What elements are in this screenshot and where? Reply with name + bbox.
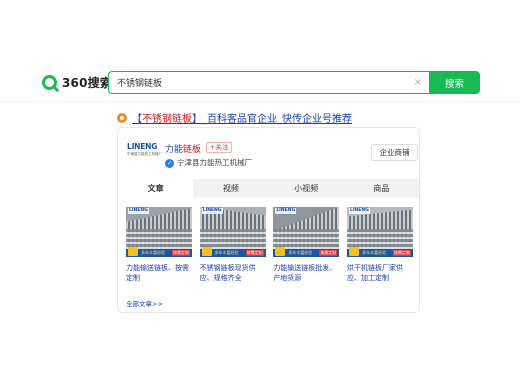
result-source-icon: [117, 112, 127, 123]
thumb-banner-text: 多年丰富经验: [141, 250, 165, 255]
tab-videos[interactable]: 视频: [193, 179, 268, 198]
company-name-prefix: 力能: [165, 145, 184, 155]
article-thumbnail[interactable]: LINENG 多年丰富经验 按需定制: [273, 207, 340, 257]
article-title[interactable]: 力能输送链板批发、产地货源: [273, 263, 339, 283]
search-box[interactable]: ×: [108, 71, 430, 94]
thumb-banner-tag: 按需定制: [392, 250, 411, 256]
company-card: LINENG 宁津县力能热工机械厂 力能链板 +关注 ✓ 宁津县力能热工机械厂 …: [117, 127, 420, 313]
thumb-banner-text: 多年丰富经验: [361, 250, 386, 255]
article-item[interactable]: LINENG 多年丰富经验 按需定制 不锈钢链板现货供应、规格齐全: [199, 207, 266, 283]
title-prefix: 【: [132, 114, 142, 125]
thumb-banner-text: 多年丰富经验: [288, 250, 313, 255]
tab-articles[interactable]: 文章: [118, 179, 194, 198]
verified-icon: ✓: [165, 159, 174, 168]
site-logo[interactable]: 360搜索: [42, 73, 112, 91]
tab-short-videos[interactable]: 小视频: [269, 179, 344, 198]
thumb-badge-icon: [201, 247, 212, 256]
tab-products[interactable]: 商品: [344, 179, 419, 198]
thumb-badge-icon: [275, 247, 286, 256]
logo-text: 360搜索: [62, 75, 113, 90]
company-logo[interactable]: LINENG 宁津县力能热工机械厂: [127, 142, 162, 166]
article-item[interactable]: LINENG 多年丰富经验 按需定制 烘干机链板厂家供应、加工定制: [346, 207, 413, 283]
search-logo-icon: [42, 74, 57, 90]
company-name-highlight: 链板: [183, 145, 202, 155]
company-logo-brand: LINENG: [127, 142, 158, 151]
thumb-brand: LINENG: [348, 208, 370, 214]
company-logo-sub: 宁津县力能热工机械厂: [127, 152, 162, 156]
company-subtitle: 宁津县力能热工机械厂: [177, 158, 252, 167]
search-button[interactable]: 搜索: [429, 71, 480, 94]
thumb-image-detail: [273, 229, 340, 249]
title-highlight: 不锈钢链板: [142, 114, 192, 125]
follow-button[interactable]: +关注: [206, 142, 233, 153]
clear-icon[interactable]: ×: [414, 76, 422, 90]
thumb-image-detail: [199, 229, 266, 249]
article-thumbnail[interactable]: LINENG 多年丰富经验 按需定制: [126, 207, 192, 257]
company-name-link[interactable]: 力能链板: [165, 142, 201, 155]
thumb-banner-tag: 按需定制: [319, 250, 338, 256]
article-item[interactable]: LINENG 多年丰富经验 按需定制 力能输送链板批发、产地货源: [273, 207, 340, 283]
article-thumbnail[interactable]: LINENG 多年丰富经验 按需定制: [346, 207, 413, 257]
article-item[interactable]: LINENG 多年丰富经验 按需定制 力能输送链板、按需定制: [126, 207, 192, 283]
thumb-brand: LINENG: [128, 208, 149, 214]
result-title: 【不锈钢链板】_百科客品官企业_快传企业号推荐: [117, 110, 352, 125]
thumb-badge-icon: [348, 247, 359, 256]
article-title[interactable]: 力能输送链板、按需定制: [126, 263, 192, 283]
header-divider: [0, 101, 520, 102]
title-suffix: 】_百科客品官企业_快传企业号推荐: [192, 114, 352, 125]
article-thumbnail[interactable]: LINENG 多年丰富经验 按需定制: [199, 207, 266, 257]
search-input[interactable]: [117, 77, 407, 88]
thumb-badge-icon: [128, 247, 138, 256]
all-articles-link[interactable]: 全部文章>>: [126, 298, 163, 308]
thumb-banner-tag: 按需定制: [172, 250, 190, 256]
thumb-image-detail: [126, 229, 192, 249]
company-shop-button[interactable]: 企业商铺: [371, 144, 418, 161]
thumb-brand: LINENG: [275, 208, 297, 214]
thumb-image-detail: [346, 229, 413, 249]
thumb-banner-tag: 按需定制: [245, 250, 264, 256]
article-list: LINENG 多年丰富经验 按需定制 力能输送链板、按需定制 LINENG 多年…: [126, 207, 413, 283]
content-tabs: 文章 视频 小视频 商品: [118, 179, 419, 198]
thumb-brand: LINENG: [201, 208, 223, 214]
result-title-link[interactable]: 【不锈钢链板】_百科客品官企业_快传企业号推荐: [132, 110, 352, 125]
article-title[interactable]: 烘干机链板厂家供应、加工定制: [347, 263, 413, 283]
article-title[interactable]: 不锈钢链板现货供应、规格齐全: [200, 263, 266, 283]
thumb-banner-text: 多年丰富经验: [214, 250, 239, 255]
